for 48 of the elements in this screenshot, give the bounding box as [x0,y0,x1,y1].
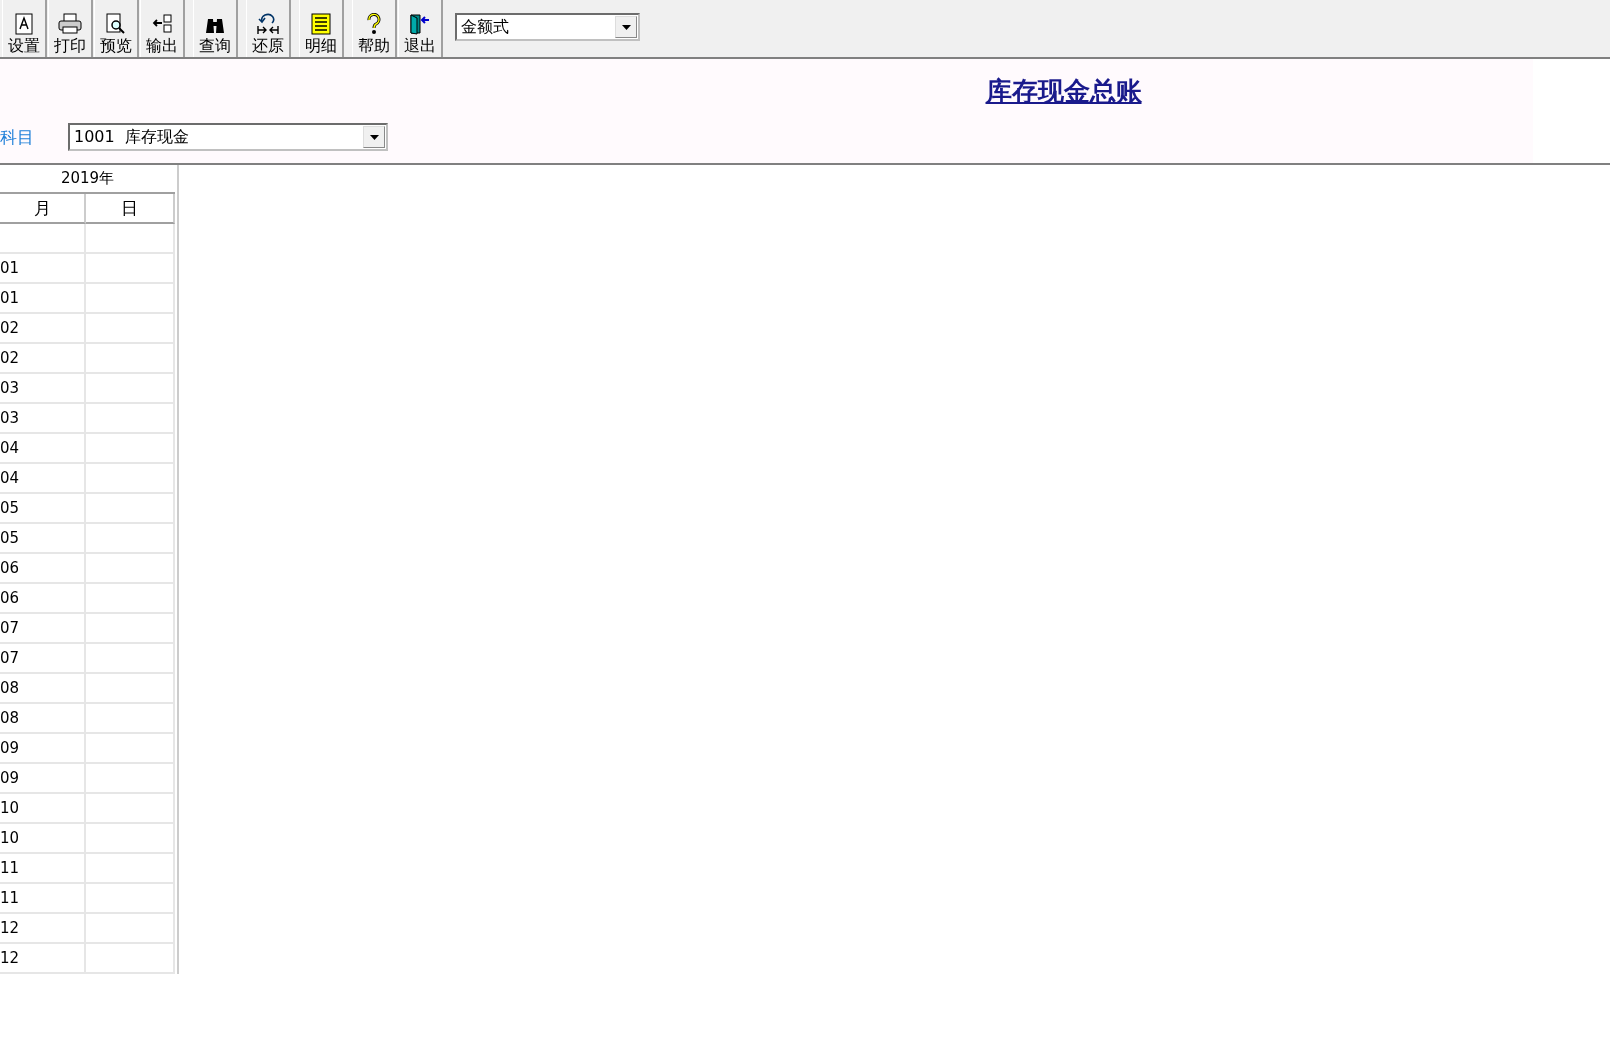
month-cell: 08 [0,704,86,734]
print-button[interactable]: 打印 [48,0,93,57]
page-magnifier-icon [105,13,127,35]
printer-icon [58,13,82,35]
subject-dropdown[interactable]: 1001 库存现金 [68,123,388,151]
month-cell: 09 [0,764,86,794]
help-button[interactable]: 帮助 [352,0,397,57]
question-mark-icon [366,13,382,35]
month-cell: 06 [0,584,86,614]
month-cell: 07 [0,614,86,644]
month-cell: 11 [0,884,86,914]
arrows-icon [256,13,280,35]
report-title: 库存现金总账 [985,74,1142,108]
setup-button[interactable]: 设置 [2,0,47,57]
subject-label: 科目 [0,125,34,149]
month-cell: 04 [0,464,86,494]
detail-button[interactable]: 明细 [299,0,344,57]
month-cell: 03 [0,374,86,404]
arrow-boxes-icon [151,13,173,35]
month-cell: 07 [0,644,86,674]
month-cell: 04 [0,434,86,464]
month-cell: 01 [0,284,86,314]
preview-button[interactable]: 预览 [94,0,139,57]
month-cell: 10 [0,824,86,854]
month-cell: 02 [0,344,86,374]
exit-button[interactable]: 退出 [398,0,443,57]
year-header: 2019年 [0,165,175,194]
month-cell: 12 [0,914,86,944]
month-cell: 05 [0,524,86,554]
letter-page-icon [14,13,34,35]
month-cell: 03 [0,404,86,434]
month-cell: 05 [0,494,86,524]
month-cell: 12 [0,944,86,974]
month-cell: 10 [0,794,86,824]
find-button[interactable]: 查询 [193,0,238,57]
month-cell: 06 [0,554,86,584]
format-dropdown[interactable]: 金额式 [455,13,640,41]
list-icon [310,13,332,35]
month-cell: 11 [0,854,86,884]
door-arrow-icon [409,13,431,35]
month-cell: 01 [0,254,86,284]
column-header: 月 [0,194,86,224]
column-header: 日 [86,194,175,224]
restore-button[interactable]: 还原 [246,0,291,57]
month-cell: 02 [0,314,86,344]
month-cell: 08 [0,674,86,704]
month-cell: 09 [0,734,86,764]
export-button[interactable]: 输出 [140,0,185,57]
